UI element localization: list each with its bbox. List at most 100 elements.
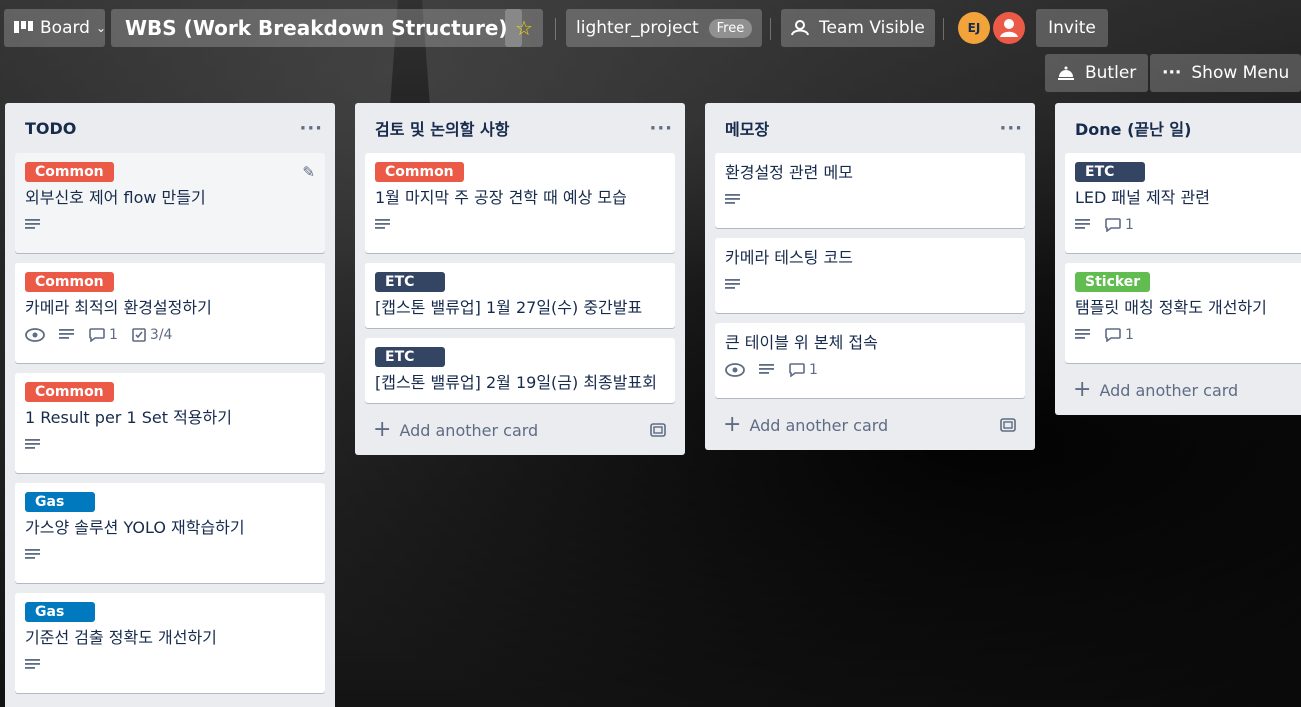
card-title: 환경설정 관련 메모 [725, 163, 853, 182]
list-item[interactable]: 카메라 테스팅 코드 [715, 238, 1025, 313]
checklist-icon [132, 328, 146, 342]
card-title: LED 패널 제작 관련 [1075, 188, 1210, 207]
workspace-button[interactable]: lighter_project Free [566, 9, 763, 47]
list-item[interactable]: Gas 기준선 검출 정확도 개선하기 [15, 593, 325, 693]
comment-badge: 1 [1105, 217, 1134, 233]
workspace-name: lighter_project [576, 18, 699, 38]
butler-label: Butler [1085, 63, 1137, 83]
list-title[interactable]: Done (끝난 일) [1075, 116, 1191, 140]
list-header: TODO ··· [15, 103, 325, 153]
list-item[interactable]: Common 카메라 최적의 환경설정하기 1 3/4 [15, 263, 325, 363]
visibility-label: Team Visible [819, 18, 925, 38]
description-icon [725, 194, 741, 206]
show-menu-button[interactable]: ··· Show Menu [1150, 54, 1301, 92]
add-card-label: Add another card [749, 415, 889, 435]
card-title: 1 Result per 1 Set 적용하기 [25, 408, 232, 427]
comment-count: 1 [1125, 327, 1134, 343]
eye-icon [725, 363, 745, 377]
star-button[interactable]: ☆ [505, 9, 543, 47]
list-header: 검토 및 논의할 사항 ··· [365, 103, 675, 153]
comment-badge: 1 [1105, 327, 1134, 343]
list-item[interactable]: ETC LED 패널 제작 관련 1 [1065, 153, 1301, 253]
list-todo: TODO ··· Common ✎ 외부신호 제어 flow 만들기 Commo… [5, 103, 335, 707]
board-title[interactable]: WBS (Work Breakdown Structure) [111, 9, 522, 47]
card-label: Gas [25, 492, 95, 512]
template-icon[interactable] [649, 422, 667, 438]
plan-badge: Free [708, 18, 753, 38]
card-title: [캡스톤 밸류업] 1월 27일(수) 중간발표 [375, 298, 643, 317]
list-header: Done (끝난 일) [1065, 103, 1301, 153]
plus-icon: + [723, 412, 742, 437]
show-menu-label: Show Menu [1191, 63, 1290, 83]
visibility-button[interactable]: Team Visible [781, 9, 935, 47]
list-item[interactable]: 환경설정 관련 메모 [715, 153, 1025, 228]
comment-icon [89, 328, 105, 342]
checklist-count: 3/4 [149, 327, 173, 343]
list-item[interactable]: 큰 테이블 위 본체 접속 1 [715, 323, 1025, 398]
list-item[interactable]: ETC [캡스톤 밸류업] 2월 19일(금) 최종발표회 [365, 338, 675, 403]
description-icon [1075, 329, 1091, 341]
avatar-user-icon[interactable] [993, 12, 1025, 44]
invite-button[interactable]: Invite [1036, 9, 1108, 47]
board-switcher-label: Board [40, 18, 90, 38]
list-title[interactable]: 메모장 [725, 116, 769, 140]
description-icon [25, 549, 41, 561]
list-item[interactable]: Common 1월 마지막 주 공장 견학 때 예상 모습 [365, 153, 675, 253]
list-memo: 메모장 ··· 환경설정 관련 메모 카메라 테스팅 코드 큰 테이블 위 본체… [705, 103, 1035, 450]
card-title: 카메라 최적의 환경설정하기 [25, 298, 212, 317]
comment-count: 1 [809, 362, 818, 378]
plus-icon: + [373, 417, 392, 442]
checklist-badge: 3/4 [132, 327, 173, 343]
comment-count: 1 [1125, 217, 1134, 233]
description-icon [59, 329, 75, 341]
avatar-initials: EJ [967, 21, 981, 35]
ellipsis-icon[interactable]: ··· [299, 118, 323, 139]
card-title: 탬플릿 매칭 정확도 개선하기 [1075, 298, 1267, 317]
header-divider [943, 18, 944, 40]
edit-icon[interactable]: ✎ [302, 163, 315, 181]
card-label: Sticker [1075, 272, 1151, 292]
list-item[interactable]: Common ✎ 외부신호 제어 flow 만들기 [15, 153, 325, 253]
add-card-button[interactable]: + Add another card [715, 408, 1025, 442]
card-label: Common [375, 162, 464, 182]
list-review: 검토 및 논의할 사항 ··· Common 1월 마지막 주 공장 견학 때 … [355, 103, 685, 455]
add-card-label: Add another card [1099, 380, 1239, 400]
list-item[interactable]: Sticker 탬플릿 매칭 정확도 개선하기 1 [1065, 263, 1301, 363]
board-switcher-button[interactable]: Board ⌄ [4, 9, 106, 47]
comment-icon [1105, 218, 1121, 232]
description-icon [25, 219, 41, 231]
team-icon [791, 20, 809, 36]
description-icon [25, 439, 41, 451]
card-title: 가스양 솔루션 YOLO 재학습하기 [25, 518, 245, 537]
avatar[interactable]: EJ [958, 12, 990, 44]
ellipsis-icon[interactable]: ··· [999, 118, 1023, 139]
list-item[interactable]: Gas 가스양 솔루션 YOLO 재학습하기 [15, 483, 325, 583]
card-title: 카메라 테스팅 코드 [725, 248, 853, 267]
card-label: ETC [375, 347, 445, 367]
ellipsis-icon[interactable]: ··· [649, 118, 673, 139]
list-item[interactable]: ETC [캡스톤 밸류업] 1월 27일(수) 중간발표 [365, 263, 675, 328]
card-label: ETC [375, 272, 445, 292]
star-icon: ☆ [515, 16, 533, 40]
comment-icon [1105, 328, 1121, 342]
add-card-button[interactable]: + Add another card [365, 413, 675, 447]
comment-badge: 1 [789, 362, 818, 378]
card-label: Common [25, 162, 114, 182]
comment-icon [789, 363, 805, 377]
description-icon [759, 364, 775, 376]
card-label: ETC [1075, 162, 1145, 182]
list-title[interactable]: 검토 및 논의할 사항 [375, 116, 509, 140]
invite-label: Invite [1048, 18, 1096, 38]
list-item[interactable]: Common 1 Result per 1 Set 적용하기 [15, 373, 325, 473]
card-label: Common [25, 382, 114, 402]
butler-button[interactable]: Butler [1045, 54, 1149, 92]
template-icon[interactable] [999, 417, 1017, 433]
list-done: Done (끝난 일) ETC LED 패널 제작 관련 1 Sticker 탬… [1055, 103, 1301, 415]
description-icon [375, 219, 391, 231]
comment-count: 1 [109, 327, 118, 343]
butler-icon [1057, 65, 1075, 81]
add-card-button[interactable]: + Add another card [1065, 373, 1301, 407]
plus-icon: + [1073, 377, 1092, 402]
list-title[interactable]: TODO [25, 119, 76, 138]
card-label: Gas [25, 602, 95, 622]
